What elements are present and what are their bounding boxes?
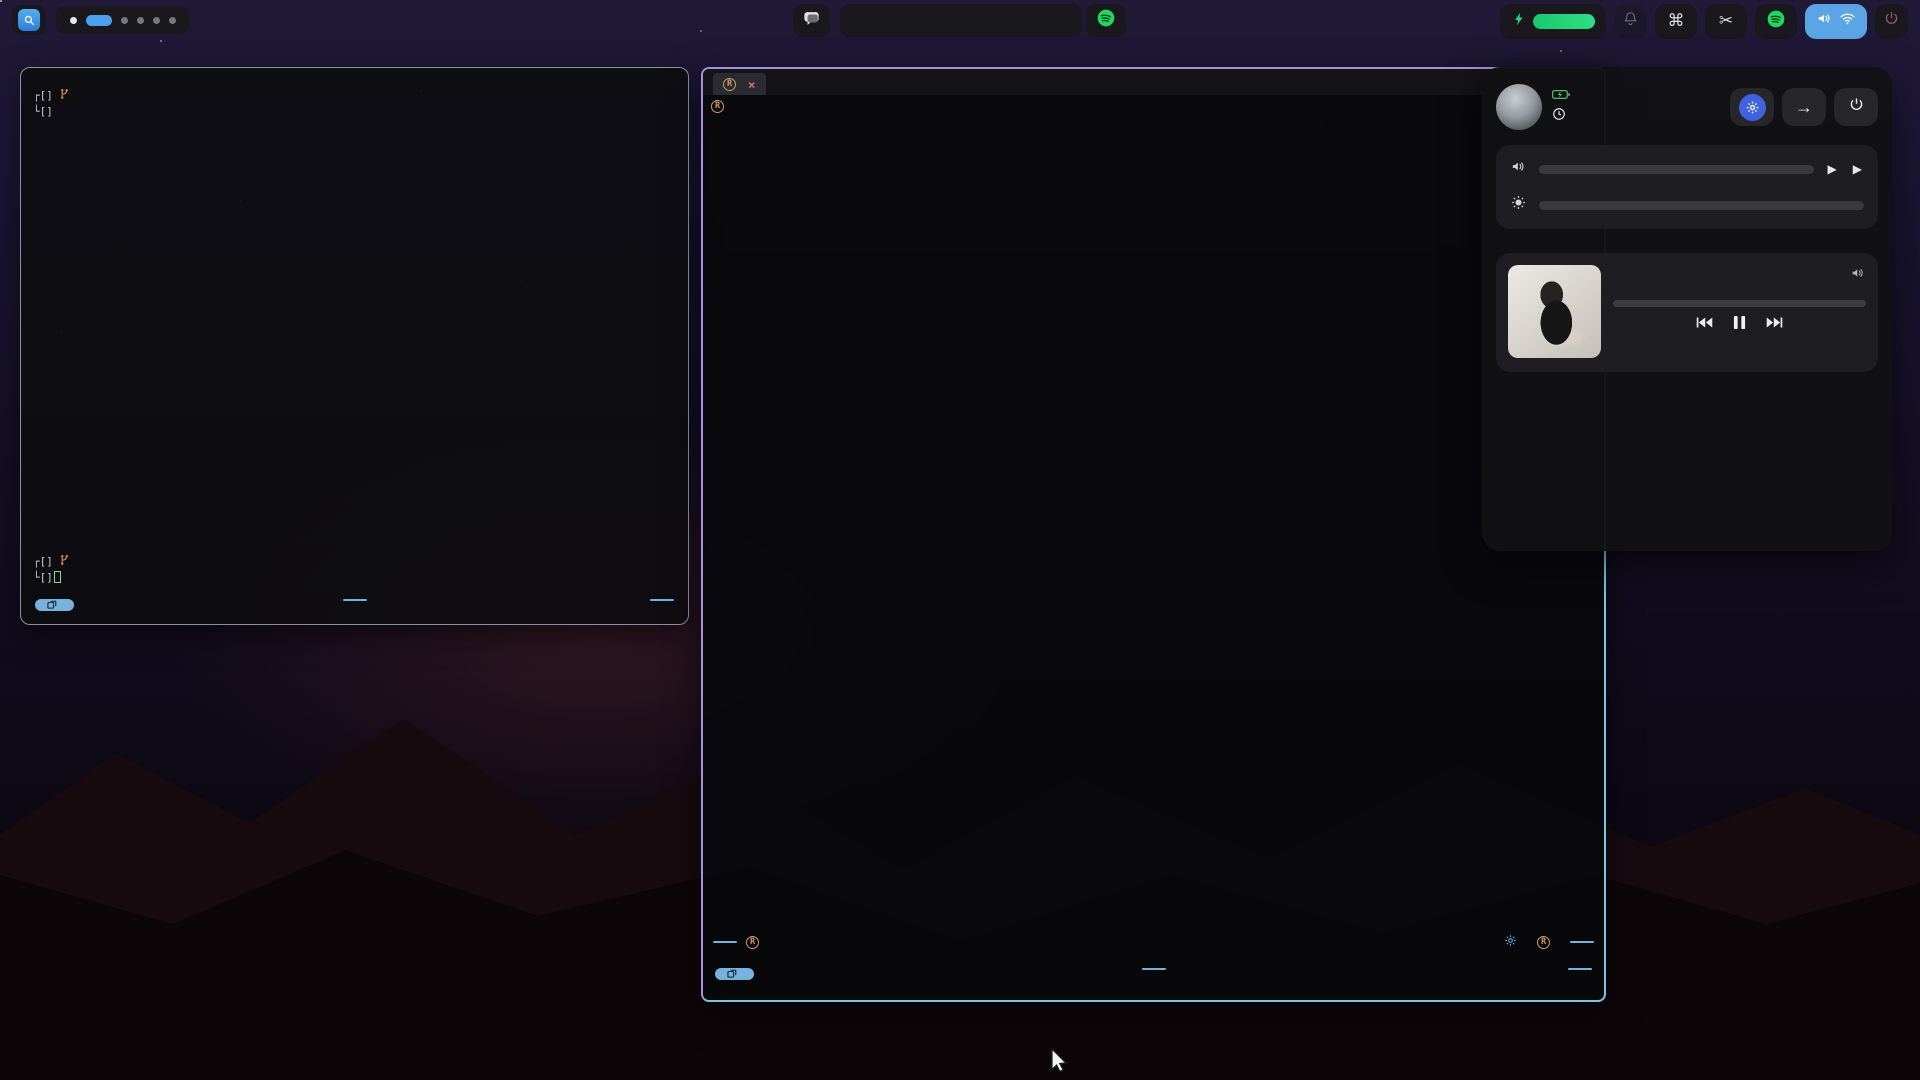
brightness-slider-row — [1510, 194, 1864, 216]
search-icon — [18, 9, 40, 31]
speaker-icon — [1510, 158, 1527, 180]
notification-bell-button[interactable] — [1614, 4, 1647, 39]
power-button[interactable] — [1875, 4, 1908, 39]
statusline-lsp — [1504, 934, 1523, 950]
battery-icon — [1552, 87, 1570, 107]
avatar — [1496, 84, 1542, 130]
volume-slider-row: ▶ ▶ — [1510, 158, 1864, 180]
git-branch-icon — [60, 554, 69, 570]
tmux-window-pill[interactable] — [715, 968, 754, 980]
workspace-dot[interactable] — [121, 17, 128, 24]
workspace-dot[interactable] — [70, 17, 77, 24]
gear-icon — [1739, 94, 1766, 121]
terminal-tmux-bar — [21, 599, 688, 619]
brightness-slider[interactable] — [1539, 201, 1864, 210]
statusline-file: R — [746, 936, 765, 949]
tab-close-icon[interactable]: × — [748, 77, 756, 92]
battery-indicator — [1500, 4, 1606, 39]
battery-bar — [1533, 14, 1595, 29]
sun-icon — [1510, 194, 1527, 216]
tmux-session-pill[interactable] — [343, 599, 367, 601]
power-icon — [1883, 10, 1900, 32]
expand-button[interactable]: → — [1782, 88, 1826, 126]
pause-button[interactable] — [1733, 315, 1746, 330]
scissors-icon: ✂ — [1719, 11, 1733, 31]
chat-bubble-icon — [802, 9, 821, 33]
spotify-tray-button[interactable] — [1755, 4, 1797, 39]
spotify-icon — [1766, 9, 1786, 34]
settings-button[interactable] — [1730, 88, 1774, 126]
next-track-button[interactable] — [1766, 316, 1783, 329]
volume-output-button[interactable]: ▶ — [1826, 162, 1839, 176]
tmux-window-pill[interactable] — [35, 599, 74, 611]
workspace-dot[interactable] — [137, 17, 144, 24]
screenshot-button[interactable]: ✂ — [1705, 4, 1747, 39]
vim-mode-pill — [713, 941, 737, 943]
spotify-mini-button[interactable] — [1086, 4, 1126, 37]
editor-winbar: R — [703, 95, 1604, 117]
bell-icon — [1622, 10, 1639, 32]
cursor-position-pill — [1570, 941, 1594, 943]
command-button[interactable]: ⌘ — [1655, 4, 1697, 39]
clock[interactable] — [840, 4, 1082, 37]
clock-icon — [1552, 107, 1566, 127]
editor-tab-bar: R × — [703, 69, 1604, 95]
lightning-icon — [1512, 10, 1527, 33]
power-menu-button[interactable] — [1834, 88, 1878, 126]
uptime-status — [1552, 107, 1574, 127]
media-player-card — [1496, 253, 1878, 372]
rust-icon: R — [723, 78, 736, 91]
power-icon — [1848, 96, 1865, 118]
rust-icon: R — [1537, 936, 1550, 949]
output-speaker-icon[interactable] — [1850, 265, 1866, 286]
tmux-clock-pill — [650, 599, 674, 601]
terminal-prompt-line-2: └[] — [33, 104, 676, 119]
previous-track-button[interactable] — [1696, 316, 1713, 329]
stars — [0, 0, 2, 2]
volume-slider[interactable] — [1539, 165, 1814, 174]
terminal-prompt-line-1: ┌[] — [33, 88, 676, 104]
workspace-dot[interactable] — [153, 17, 160, 24]
tab-main-rs[interactable]: R × — [713, 73, 766, 95]
tmux-clock-pill — [1568, 968, 1592, 970]
system-tray: ⌘ ✂ — [1500, 3, 1908, 39]
control-center: → ▶ ▶ — [1482, 67, 1892, 551]
terminal-prompt-bottom[interactable]: ┌[] └[] — [33, 554, 69, 585]
spotify-icon — [1096, 8, 1116, 33]
battery-status — [1552, 87, 1574, 107]
statusline-filetype: R — [1537, 936, 1556, 949]
notifications-button[interactable] — [793, 4, 830, 37]
workspace-indicator[interactable] — [56, 6, 190, 34]
editor-statusline: R R — [703, 931, 1604, 953]
rust-icon: R — [746, 936, 759, 949]
search-button[interactable] — [12, 5, 46, 35]
workspace-dot[interactable] — [169, 17, 176, 24]
sliders-card: ▶ ▶ — [1496, 145, 1878, 229]
workspace-active[interactable] — [86, 15, 112, 26]
terminal-cursor — [54, 571, 61, 583]
volume-app-button[interactable]: ▶ — [1851, 162, 1864, 176]
lsp-gear-icon — [1504, 934, 1517, 950]
tmux-session-pill[interactable] — [1142, 968, 1166, 970]
track-progress-bar[interactable] — [1613, 300, 1866, 307]
git-branch-icon — [60, 88, 69, 104]
control-center-header: → — [1496, 81, 1878, 133]
rust-icon: R — [711, 100, 724, 113]
editor-window[interactable]: R × R R R — [701, 67, 1606, 1002]
terminal-window[interactable]: ┌[] └[] ┌[] — [20, 67, 689, 625]
arrow-right-icon: → — [1795, 97, 1813, 118]
audio-network-button[interactable] — [1805, 4, 1867, 39]
editor-tmux-bar — [703, 968, 1604, 990]
speaker-icon — [1816, 10, 1833, 32]
album-art — [1508, 265, 1601, 358]
wifi-icon — [1839, 10, 1856, 32]
command-icon: ⌘ — [1668, 11, 1685, 31]
